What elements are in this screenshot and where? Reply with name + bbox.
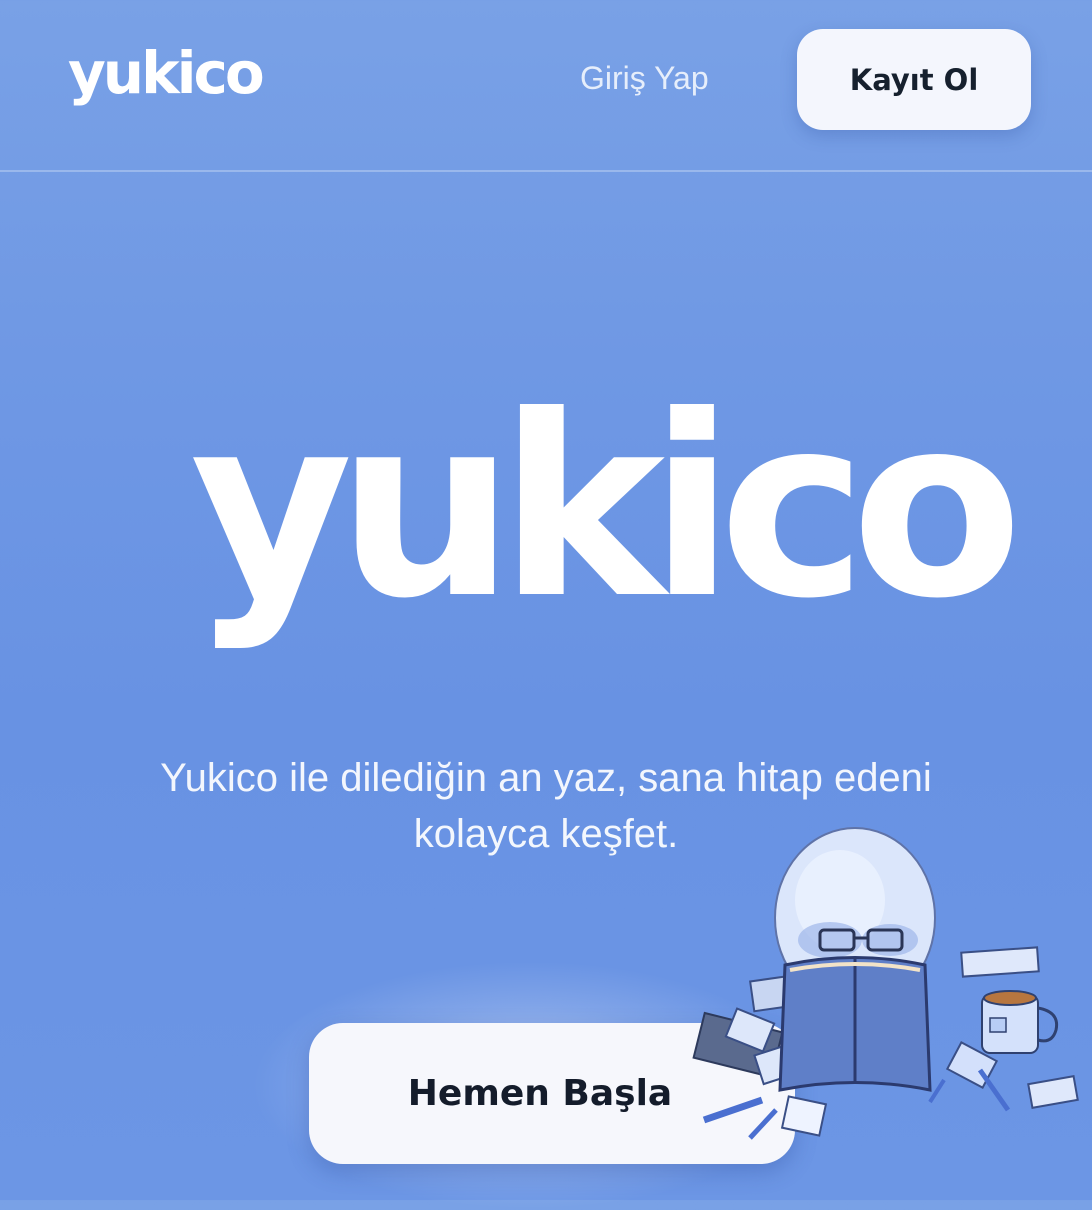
login-link[interactable]: Giriş Yap — [580, 60, 709, 97]
mascot-illustration — [692, 827, 1079, 1140]
tea-mug-icon — [981, 990, 1059, 1054]
open-book-icon — [778, 956, 932, 1092]
signup-button[interactable]: Kayıt Ol — [797, 29, 1031, 130]
hero-logo-text: yukico — [190, 362, 1023, 653]
top-nav: yukico Giriş Yap Kayıt Ol — [0, 0, 1092, 172]
brand-logo[interactable]: yukico — [68, 44, 265, 102]
hero-logo: yukico — [190, 358, 1023, 658]
